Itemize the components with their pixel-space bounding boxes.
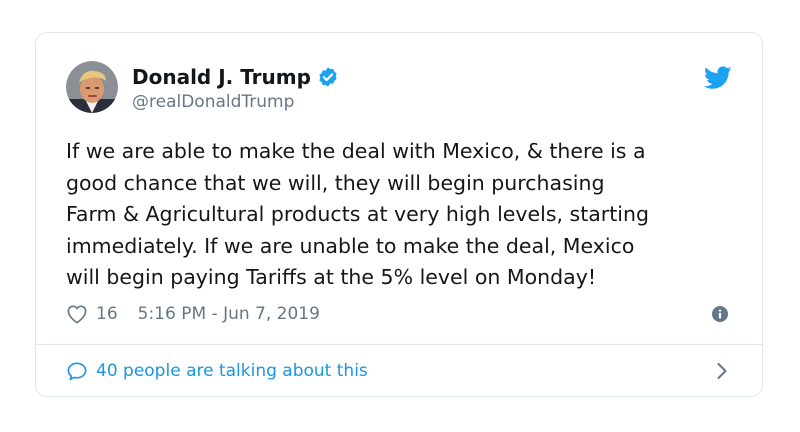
card-divider <box>36 344 762 345</box>
tweet-text: If we are able to make the deal with Mex… <box>66 139 649 289</box>
tweet-meta-row: 16 5:16 PM - Jun 7, 2019 <box>66 301 320 327</box>
avatar[interactable] <box>66 61 118 113</box>
tweet-card[interactable]: Donald J. Trump @realDonaldTrump If we a… <box>35 32 763 397</box>
author-display-name[interactable]: Donald J. Trump <box>132 65 311 89</box>
tweet-timestamp[interactable]: 5:16 PM - Jun 7, 2019 <box>138 304 320 324</box>
info-icon[interactable] <box>712 306 728 322</box>
comment-bubble-icon <box>66 361 88 381</box>
twitter-bird-icon[interactable] <box>703 66 732 90</box>
heart-icon[interactable] <box>66 304 88 324</box>
like-count[interactable]: 16 <box>96 304 118 324</box>
avatar-image <box>66 61 118 113</box>
author-handle[interactable]: @realDonaldTrump <box>132 91 294 113</box>
chevron-right-icon[interactable] <box>716 362 728 380</box>
author-row[interactable]: Donald J. Trump <box>132 65 339 89</box>
verified-badge-icon <box>317 66 339 88</box>
talking-about-label[interactable]: 40 people are talking about this <box>96 361 368 381</box>
talking-about-link[interactable]: 40 people are talking about this <box>66 358 368 384</box>
